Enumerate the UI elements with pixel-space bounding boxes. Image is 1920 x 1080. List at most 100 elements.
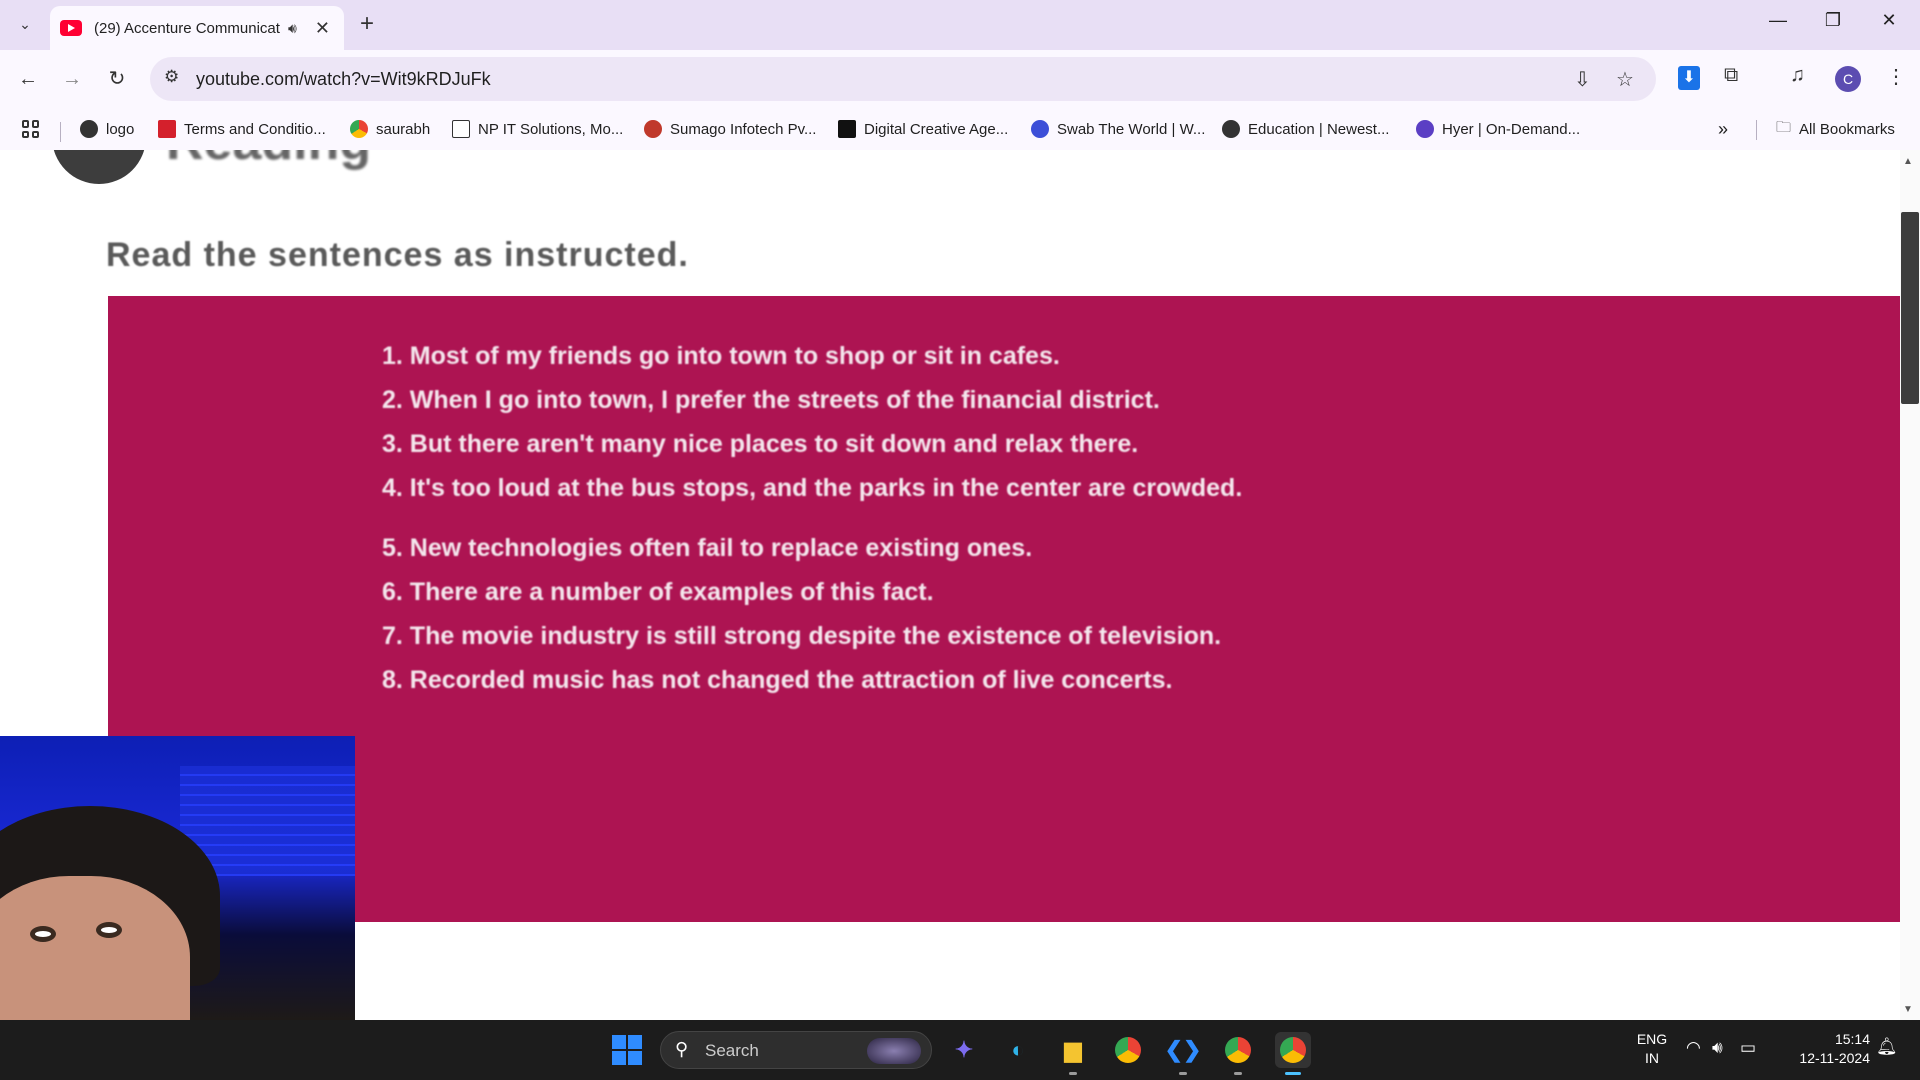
bookmark-item[interactable]: Terms and Conditio... [158, 118, 326, 140]
bookmark-label: saurabh [376, 120, 431, 138]
npit-icon [452, 120, 470, 138]
close-tab-icon[interactable]: ✕ [315, 18, 330, 39]
globe-icon [80, 120, 98, 138]
minimize-button[interactable]: — [1758, 10, 1798, 31]
close-window-button[interactable]: ✕ [1869, 10, 1909, 31]
install-app-icon[interactable]: ⇩ [1574, 67, 1591, 92]
input-language[interactable]: ENG IN [1632, 1030, 1672, 1068]
windows-start-icon[interactable] [612, 1035, 642, 1065]
restore-button[interactable]: ❐ [1813, 10, 1853, 31]
extensions-icon[interactable]: ⧉ [1724, 64, 1738, 87]
bookmark-item[interactable]: NP IT Solutions, Mo... [452, 118, 623, 140]
webcam-person-eye [30, 926, 56, 942]
browser-toolbar: ← → ↻ ⚙ youtube.com/watch?v=Wit9kRDJuFk … [0, 50, 1920, 108]
region-code: IN [1645, 1050, 1659, 1066]
battery-icon[interactable]: ▭ [1740, 1038, 1756, 1058]
vscode-icon[interactable]: ❮❯ [1165, 1032, 1202, 1068]
more-bookmarks-chevron-icon[interactable]: » [1718, 118, 1728, 140]
sentence-item: 7. The movie industry is still strong de… [382, 622, 1222, 650]
bookmark-item[interactable]: Swab The World | W... [1031, 118, 1205, 140]
tab-search-chevron-icon[interactable]: ⌄ [10, 9, 40, 39]
bookmark-label: NP IT Solutions, Mo... [478, 120, 624, 138]
date-text: 12-11-2024 [1799, 1050, 1870, 1066]
menu-icon[interactable]: ⋮ [1886, 64, 1906, 89]
url-text[interactable]: youtube.com/watch?v=Wit9kRDJuFk [196, 69, 491, 90]
bookmark-star-icon[interactable]: ☆ [1616, 67, 1634, 92]
instruction-text: Read the sentences as instructed. [106, 236, 689, 274]
time-text: 15:14 [1834, 1031, 1870, 1047]
bookmark-item[interactable]: logo [80, 118, 134, 140]
chrome-profile-icon[interactable] [1220, 1032, 1256, 1068]
scrollbar-thumb[interactable] [1901, 212, 1919, 404]
volume-icon[interactable]: 🔊︎ [1712, 1038, 1723, 1058]
digital-creative-icon [838, 120, 856, 138]
taskbar-search-box[interactable]: ⚲ Search [660, 1031, 932, 1069]
bookmark-label: logo [106, 120, 135, 138]
running-indicator [1179, 1072, 1187, 1075]
wifi-icon[interactable]: ◠ [1686, 1038, 1701, 1058]
education-icon [1222, 120, 1240, 138]
youtube-icon [60, 20, 82, 36]
windows-taskbar: ⚲ Search ✦ ◐ ▆ ❮❯ ENG IN ◠ 🔊︎ ▭ 15:14 12… [0, 1020, 1920, 1080]
bookmark-item[interactable]: Hyer | On-Demand... [1416, 118, 1580, 140]
speaker-icon[interactable]: 🔊︎ [288, 20, 297, 37]
bookmark-label: Terms and Conditio... [184, 120, 326, 138]
sentence-item: 3. But there aren't many nice places to … [382, 430, 1139, 458]
bookmark-item[interactable]: Sumago Infotech Pv... [644, 118, 816, 140]
running-indicator [1234, 1072, 1242, 1075]
sentence-item: 4. It's too loud at the bus stops, and t… [382, 474, 1243, 502]
sentence-item: 1. Most of my friends go into town to sh… [382, 342, 1060, 370]
bookmarks-divider [60, 122, 61, 142]
forward-button[interactable]: → [56, 63, 88, 95]
bookmark-label: Swab The World | W... [1057, 120, 1206, 138]
file-explorer-icon[interactable]: ▆ [1055, 1032, 1091, 1068]
chrome-icon[interactable] [1110, 1032, 1146, 1068]
active-indicator [1285, 1072, 1301, 1075]
webcam-overlay [0, 736, 355, 1020]
scroll-up-arrow-icon[interactable]: ▲ [1903, 156, 1913, 167]
sentences-panel: 1. Most of my friends go into town to sh… [108, 296, 1920, 922]
site-info-icon[interactable]: ⚙ [164, 67, 179, 87]
back-button[interactable]: ← [12, 63, 44, 95]
chrome-icon [350, 120, 368, 138]
section-heading: Reading [166, 150, 371, 172]
new-tab-button[interactable]: + [352, 10, 382, 40]
sentence-item: 8. Recorded music has not changed the at… [382, 666, 1173, 694]
bookmark-item[interactable]: Digital Creative Age... [838, 118, 1008, 140]
bookmark-label: Hyer | On-Demand... [1442, 120, 1581, 138]
media-controls-icon[interactable]: ♫ [1790, 64, 1805, 87]
sentence-list: 1. Most of my friends go into town to sh… [382, 334, 1242, 702]
tab-strip: ⌄ (29) Accenture Communicat 🔊︎ ✕ + — ❐ ✕ [0, 0, 1920, 50]
chrome-active-profile-icon[interactable] [1275, 1032, 1311, 1068]
avis-icon [158, 120, 176, 138]
reload-button[interactable]: ↻ [101, 63, 133, 95]
sentence-item: 2. When I go into town, I prefer the str… [382, 386, 1160, 414]
tab-title: (29) Accenture Communicat [94, 19, 280, 37]
bookmarks-divider [1756, 120, 1757, 140]
folder-icon: 🗀 [1776, 118, 1792, 136]
section-logo-icon [52, 150, 146, 184]
language-code: ENG [1636, 1031, 1668, 1047]
scroll-down-arrow-icon[interactable]: ▼ [1903, 1004, 1913, 1015]
running-indicator [1069, 1072, 1077, 1075]
apps-grid-icon[interactable] [22, 120, 40, 138]
hyer-icon [1416, 120, 1434, 138]
bookmark-label: Education | Newest... [1248, 120, 1390, 138]
search-highlight-image [867, 1038, 921, 1064]
bookmark-item[interactable]: Education | Newest... [1222, 118, 1389, 140]
copilot-icon[interactable]: ✦ [946, 1032, 982, 1068]
all-bookmarks-label: All Bookmarks [1799, 120, 1895, 138]
all-bookmarks-button[interactable]: 🗀 All Bookmarks [1776, 118, 1895, 140]
edge-icon[interactable]: ◐ [1000, 1032, 1036, 1068]
download-icon[interactable]: ⬇ [1678, 66, 1700, 90]
bookmark-label: Digital Creative Age... [864, 120, 1009, 138]
video-frame[interactable]: Reading Read the sentences as instructed… [0, 150, 1920, 1020]
address-bar[interactable]: ⚙ youtube.com/watch?v=Wit9kRDJuFk ⇩ ☆ [150, 57, 1656, 101]
bookmark-item[interactable]: saurabh [350, 118, 430, 140]
profile-avatar[interactable]: C [1835, 66, 1861, 92]
swab-icon [1031, 120, 1049, 138]
clock[interactable]: 15:14 12-11-2024 [1780, 1030, 1870, 1068]
tab-youtube[interactable]: (29) Accenture Communicat 🔊︎ ✕ [50, 6, 344, 50]
notification-bell-icon[interactable]: 🔔︎ [1876, 1037, 1898, 1057]
bookmarks-bar: logo Terms and Conditio... saurabh NP IT… [0, 108, 1920, 150]
